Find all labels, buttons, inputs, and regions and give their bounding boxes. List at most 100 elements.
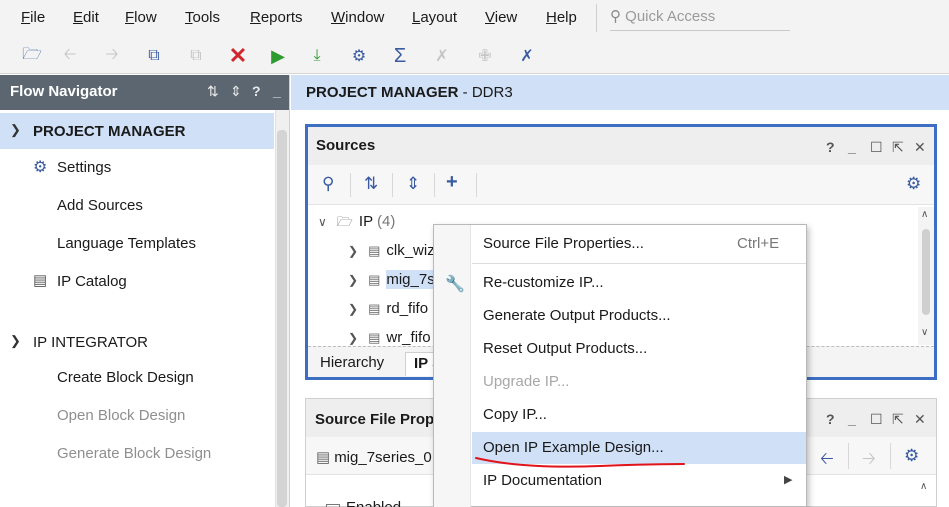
tree-row-rd-fifo[interactable]: ❯ ▤ rd_fifo ( <box>348 300 437 317</box>
tree-row-mig-7series[interactable]: ❯ ▤ mig_7s <box>348 270 435 289</box>
tree-label: clk_wiz <box>386 242 435 259</box>
tools-disabled-icon[interactable]: ✗ <box>430 44 454 68</box>
delete-icon[interactable]: ✕ <box>226 43 250 68</box>
collapse-all-icon[interactable]: ⇅ <box>364 174 378 194</box>
section-project-manager[interactable]: ❯ PROJECT MANAGER <box>0 113 274 149</box>
chevron-right-icon[interactable]: ❯ <box>348 273 358 287</box>
chevron-down-icon[interactable]: ❯ <box>10 122 21 138</box>
chevron-down-icon[interactable]: ∨ <box>318 215 327 229</box>
chevron-right-icon[interactable]: ❯ <box>348 331 358 345</box>
gear-icon[interactable]: ⚙ <box>904 446 919 466</box>
help-icon[interactable]: ? <box>826 411 835 427</box>
nav-item-ip-catalog[interactable]: IP Catalog <box>57 273 127 290</box>
nav-item-generate-block-design[interactable]: Generate Block Design <box>57 445 211 462</box>
menu-item-label: IP Documentation <box>483 472 602 489</box>
open-project-icon[interactable]: 🗁 <box>20 44 44 68</box>
toolbar-separator <box>890 443 891 469</box>
menu-item-reset-output-products[interactable]: Reset Output Products... <box>472 333 806 365</box>
menu-item-generate-output-products[interactable]: Generate Output Products... <box>472 300 806 332</box>
minimize-icon[interactable]: _ <box>273 83 281 99</box>
flow-navigator: Flow Navigator ⇅ ⇕ ? _ ❯ PROJECT MANAGER… <box>0 75 290 507</box>
menu-item-recustomize-ip[interactable]: Re-customize IP... <box>472 267 806 299</box>
nav-item-open-block-design[interactable]: Open Block Design <box>57 407 185 424</box>
help-icon[interactable]: ? <box>252 83 261 99</box>
chevron-right-icon[interactable]: ❯ <box>348 244 358 258</box>
source-file-label: mig_7series_0.x <box>334 449 444 466</box>
menu-item-source-file-properties[interactable]: Source File Properties... Ctrl+E <box>472 228 806 260</box>
menu-window[interactable]: Window <box>331 9 384 26</box>
menu-item-label: Source File Properties... <box>483 235 644 252</box>
menu-item-copy-ip[interactable]: Copy IP... <box>472 399 806 431</box>
search-icon[interactable]: ⚲ <box>322 174 334 194</box>
menu-item-upgrade-ip[interactable]: Upgrade IP... <box>472 366 806 398</box>
enabled-checkbox[interactable]: ✓Enabled <box>326 499 401 507</box>
run-icon[interactable]: ▶ <box>266 44 290 68</box>
forward-arrow-icon[interactable]: 🡢 <box>862 446 876 475</box>
menu-view[interactable]: View <box>485 9 517 26</box>
tree-label: IP <box>358 213 373 230</box>
section-ip-integrator[interactable]: ❯ IP INTEGRATOR <box>0 324 274 360</box>
chevron-down-icon[interactable]: ❯ <box>10 333 21 349</box>
menu-edit[interactable]: Edit <box>73 9 99 26</box>
expand-all-icon[interactable]: ⇕ <box>230 83 242 100</box>
tree-row-wr-fifo[interactable]: ❯ ▤ wr_fifo <box>348 329 431 345</box>
cross-probe-icon[interactable]: ✗ <box>515 44 539 68</box>
search-icon: ⚲ <box>610 8 621 25</box>
settings-icon[interactable]: ⚙ <box>347 44 371 68</box>
menu-item-label: Reset Output Products... <box>483 340 648 357</box>
maximize-icon[interactable]: ☐ <box>870 411 883 428</box>
menu-reports[interactable]: Reports <box>250 9 303 26</box>
menu-help[interactable]: Help <box>546 9 577 26</box>
collapse-all-icon[interactable]: ⇅ <box>207 83 219 100</box>
menu-file[interactable]: File <box>21 9 45 26</box>
back-arrow-icon[interactable]: 🡠 <box>820 446 834 475</box>
expand-all-icon[interactable]: ⇕ <box>406 174 420 194</box>
download-icon[interactable]: ⤓ <box>305 44 329 68</box>
tree-row-clk-wiz[interactable]: ❯ ▤ clk_wiz <box>348 242 435 259</box>
undo-icon[interactable]: 🡠 <box>58 44 82 68</box>
gear-icon[interactable]: ⚙ <box>906 174 921 194</box>
menu-flow[interactable]: Flow <box>125 9 157 26</box>
tree-label: wr_fifo <box>386 329 431 345</box>
sources-toolbar: ⚲ ⇅ ⇕ + ⚙ <box>308 165 934 205</box>
folder-icon: 🗁 <box>336 214 353 229</box>
scroll-up-icon[interactable]: ∧ <box>921 209 928 220</box>
page-title-project: - DDR3 <box>458 84 513 101</box>
nav-item-add-sources[interactable]: Add Sources <box>57 197 143 214</box>
copy-icon[interactable]: ⧉ <box>142 44 166 68</box>
toolbar-separator <box>434 173 435 197</box>
minimize-icon[interactable]: _ <box>848 411 856 427</box>
quick-access-search[interactable]: ⚲ Quick Access <box>610 5 790 31</box>
float-icon[interactable]: ⇱ <box>892 139 904 156</box>
probe-disabled-icon[interactable]: ✙ <box>473 44 497 68</box>
close-icon[interactable]: ✕ <box>914 411 926 428</box>
nav-item-create-block-design[interactable]: Create Block Design <box>57 369 194 386</box>
scroll-down-icon[interactable]: ∨ <box>921 327 928 338</box>
menu-item-label: Upgrade IP... <box>483 373 570 390</box>
scroll-up-icon[interactable]: ∧ <box>920 481 927 492</box>
sigma-icon[interactable]: Σ <box>388 44 412 68</box>
section-label: PROJECT MANAGER <box>33 123 186 140</box>
toolbar-separator <box>392 173 393 197</box>
help-icon[interactable]: ? <box>826 139 835 155</box>
tab-hierarchy[interactable]: Hierarchy <box>312 352 392 376</box>
toolbar-separator <box>476 173 477 197</box>
annotation-underline <box>475 457 685 468</box>
close-icon[interactable]: ✕ <box>914 139 926 156</box>
scrollbar-thumb[interactable] <box>277 130 287 507</box>
menu-tools[interactable]: Tools <box>185 9 220 26</box>
paste-icon[interactable]: ⧉ <box>184 44 208 68</box>
redo-icon[interactable]: 🡢 <box>100 44 124 68</box>
nav-item-language-templates[interactable]: Language Templates <box>57 235 196 252</box>
float-icon[interactable]: ⇱ <box>892 411 904 428</box>
minimize-icon[interactable]: _ <box>848 139 856 155</box>
menu-layout[interactable]: Layout <box>412 9 457 26</box>
maximize-icon[interactable]: ☐ <box>870 139 883 156</box>
nav-item-settings[interactable]: Settings <box>57 159 111 176</box>
chevron-right-icon[interactable]: ❯ <box>348 302 358 316</box>
enabled-label: Enabled <box>346 499 401 507</box>
add-sources-icon[interactable]: + <box>446 171 458 194</box>
tree-row-ip[interactable]: ∨ 🗁 IP (4) <box>318 213 395 235</box>
source-file-properties-title: Source File Prope <box>315 411 443 428</box>
scrollbar-thumb[interactable] <box>922 229 930 315</box>
